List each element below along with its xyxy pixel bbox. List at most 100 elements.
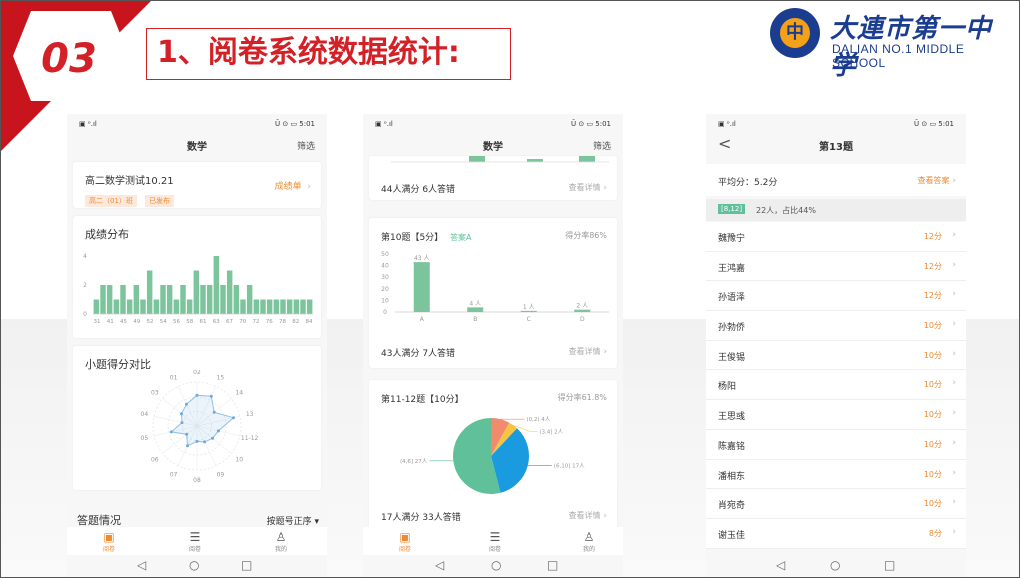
filter-button[interactable]: 筛选: [593, 139, 611, 152]
school-logo: 中 大連市第一中学 DALIAN NO.1 MIDDLE SCHOOL: [768, 6, 1016, 81]
recents-icon[interactable]: □: [241, 558, 252, 572]
phone-screen-question-stats: ▣ ᵒ.ıl Ū ⊙ ▭ 5:01 数学 筛选 44人满分 6人答错 查看详情 …: [363, 114, 623, 577]
bar: [574, 309, 591, 312]
radar-point: [211, 436, 214, 440]
x-tick-label: 67: [226, 319, 233, 325]
nav-bar: 数学 筛选: [363, 134, 623, 156]
back-icon[interactable]: ◁: [776, 558, 785, 572]
question10-card: 第10题【5分】 答案A 得分率86% 50 40 30 20 10 0 43 人 A 4 人 B…: [369, 218, 617, 368]
tab-grading[interactable]: ▣ 阅卷: [385, 530, 425, 553]
exam-card[interactable]: 高二数学测试10.21 高二（01）班 已发布 成绩单 ›: [73, 162, 321, 208]
distribution-title: 成绩分布: [85, 228, 129, 241]
x-tick-label: 82: [292, 319, 299, 325]
student-name: 王思彧: [718, 412, 746, 423]
tab-label: 阅卷: [398, 546, 411, 553]
home-icon[interactable]: ○: [491, 558, 501, 572]
recents-icon[interactable]: □: [547, 558, 558, 572]
radar-label: 09: [217, 472, 225, 479]
back-icon[interactable]: ◁: [435, 558, 444, 572]
sort-dropdown[interactable]: 按题号正序 ▾: [267, 514, 319, 527]
tab-review[interactable]: ☰ 阅卷: [475, 530, 515, 553]
student-row[interactable]: 谢玉佳 8分 ›: [706, 518, 966, 549]
detail-link[interactable]: 查看详情 ›: [569, 510, 607, 521]
tab-grading[interactable]: ▣ 阅卷: [89, 530, 129, 553]
bar: [100, 285, 106, 314]
student-row[interactable]: 魏豫宁 12分 ›: [706, 222, 966, 252]
student-row[interactable]: 肖宛奇 10分 ›: [706, 489, 966, 519]
bar: [180, 285, 186, 314]
pie-label: (0,2) 4人: [526, 416, 550, 423]
bar: [146, 270, 153, 314]
q11-rate: 得分率61.8%: [557, 393, 607, 402]
x-tick-label: C: [527, 316, 531, 323]
page-title: 1、阅卷系统数据统计:: [146, 28, 511, 80]
bar: [413, 262, 430, 312]
student-row[interactable]: 杨阳 10分 ›: [706, 370, 966, 401]
chevron-right-icon: ›: [600, 183, 607, 193]
prev-summary: 44人满分 6人答错: [381, 185, 456, 195]
student-score: 10分: [923, 410, 942, 420]
chevron-right-icon: ›: [952, 289, 956, 300]
x-tick-label: 76: [266, 319, 273, 325]
x-tick-label: 72: [253, 319, 260, 325]
student-row[interactable]: 王思彧 10分 ›: [706, 400, 966, 430]
student-score: 8分: [928, 528, 942, 538]
student-row[interactable]: 陈嘉铭 10分 ›: [706, 429, 966, 460]
student-row[interactable]: 王鸿嘉 12分 ›: [706, 251, 966, 282]
y-tick-label: 40: [381, 263, 389, 270]
bar: [186, 299, 193, 314]
phone-screen-exam-overview: ▣ ᵒ.ıl Ū ⊙ ▭ 5:01 数学 筛选 高二数学测试10.21 高二（0…: [67, 114, 327, 577]
student-name: 孙勃侨: [718, 323, 746, 334]
tab-label: 我的: [582, 546, 595, 553]
bar-data-label: 2 人: [576, 303, 588, 310]
student-name: 王鸿嘉: [718, 263, 746, 274]
student-row[interactable]: 王俊锡 10分 ›: [706, 340, 966, 371]
view-answer-link[interactable]: 查看答案 ›: [918, 175, 956, 186]
detail-link[interactable]: 查看详情 ›: [569, 182, 607, 193]
transcript-link[interactable]: 成绩单: [275, 182, 302, 192]
chevron-right-icon: ›: [600, 347, 607, 357]
score-distribution-chart: 4 2 0 31 41 45 49 52 54 56 58 61 63 67 70 72 76 78 82 84: [83, 253, 313, 325]
tab-review[interactable]: ☰ 阅卷: [175, 530, 215, 553]
tab-profile[interactable]: ♙ 我的: [261, 530, 301, 553]
chevron-right-icon: ›: [952, 319, 956, 330]
bar: [280, 299, 286, 314]
range-header: [8,12] 22人，占比44%: [706, 199, 966, 221]
radar-label: 14: [235, 389, 243, 396]
student-row[interactable]: 孙勃侨 10分 ›: [706, 311, 966, 341]
radar-label: 11-12: [241, 435, 259, 442]
student-name: 王俊锡: [718, 352, 746, 363]
x-tick-label: 63: [213, 319, 220, 325]
filter-button[interactable]: 筛选: [297, 139, 315, 152]
y-tick-label: 0: [83, 311, 87, 318]
logo-mark: 中: [780, 18, 810, 48]
bar: [126, 299, 133, 314]
q10-bar-chart: 50 40 30 20 10 0 43 人 A 4 人 B 1 人 C 2 人 D: [381, 251, 609, 323]
recents-icon[interactable]: □: [884, 558, 895, 572]
student-row[interactable]: 潘相东 10分 ›: [706, 459, 966, 490]
student-score: 12分: [923, 232, 942, 241]
back-icon[interactable]: ◁: [137, 558, 146, 572]
x-tick-label: 54: [160, 319, 167, 325]
bar: [213, 256, 220, 314]
home-icon[interactable]: ○: [830, 558, 840, 572]
student-name: 魏豫宁: [718, 234, 746, 244]
student-name: 杨阳: [718, 382, 737, 393]
user-icon: ♙: [275, 530, 287, 544]
y-tick-label: 0: [383, 309, 387, 316]
average-score: 平均分：5.2分: [718, 178, 778, 188]
bar: [286, 299, 293, 314]
home-icon[interactable]: ○: [189, 558, 199, 572]
tab-profile[interactable]: ♙ 我的: [569, 530, 609, 553]
bar: [233, 285, 240, 314]
radar-point: [212, 410, 216, 414]
bar: [93, 299, 100, 314]
range-tag: [8,12]: [718, 204, 746, 214]
x-tick-label: 52: [147, 319, 154, 325]
radar-point: [216, 429, 220, 433]
bottom-nav: ▣ 阅卷 ☰ 阅卷 ♙ 我的: [363, 527, 623, 555]
detail-link[interactable]: 查看详情 ›: [569, 346, 607, 357]
bar-data-label: 4 人: [469, 300, 481, 307]
student-row[interactable]: 孙语泽 12分 ›: [706, 281, 966, 312]
student-name: 肖宛奇: [718, 501, 746, 512]
